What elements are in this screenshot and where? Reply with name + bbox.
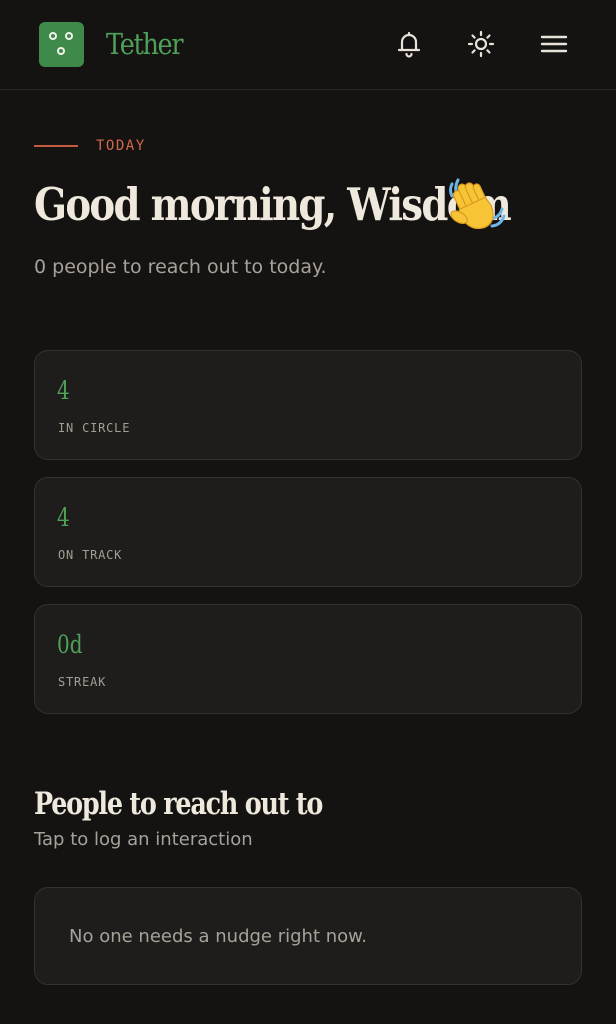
stat-value: 4	[57, 376, 70, 405]
people-section-title: People to reach out to	[34, 786, 323, 822]
app-header: Tether	[0, 0, 616, 90]
menu-icon[interactable]	[539, 29, 569, 59]
stat-value: 0d	[57, 630, 83, 659]
greeting-heading: Good morning, Wisdom	[34, 178, 512, 231]
empty-state-message: No one needs a nudge right now.	[69, 926, 367, 947]
stat-label: STREAK	[58, 675, 107, 689]
eyebrow-label: TODAY	[96, 138, 146, 154]
sun-icon[interactable]	[466, 29, 496, 59]
stat-card-streak[interactable]: 0d STREAK	[34, 604, 582, 714]
people-section-subtitle: Tap to log an interaction	[34, 829, 253, 850]
stat-label: IN CIRCLE	[58, 421, 131, 435]
bell-icon[interactable]	[394, 29, 424, 59]
logo-mouth	[57, 47, 65, 55]
stat-card-on-track[interactable]: 4 ON TRACK	[34, 477, 582, 587]
empty-state-card: No one needs a nudge right now.	[34, 887, 582, 985]
stat-value: 4	[57, 503, 70, 532]
eyebrow-divider	[34, 145, 78, 147]
app-name[interactable]: Tether	[106, 22, 184, 66]
stat-label: ON TRACK	[58, 548, 123, 562]
logo-eye-right	[65, 32, 73, 40]
logo-eye-left	[49, 32, 57, 40]
stat-card-in-circle[interactable]: 4 IN CIRCLE	[34, 350, 582, 460]
tether-logo-icon[interactable]	[39, 22, 84, 67]
reach-out-summary: 0 people to reach out to today.	[34, 256, 327, 278]
waving-hand-icon	[446, 176, 506, 234]
